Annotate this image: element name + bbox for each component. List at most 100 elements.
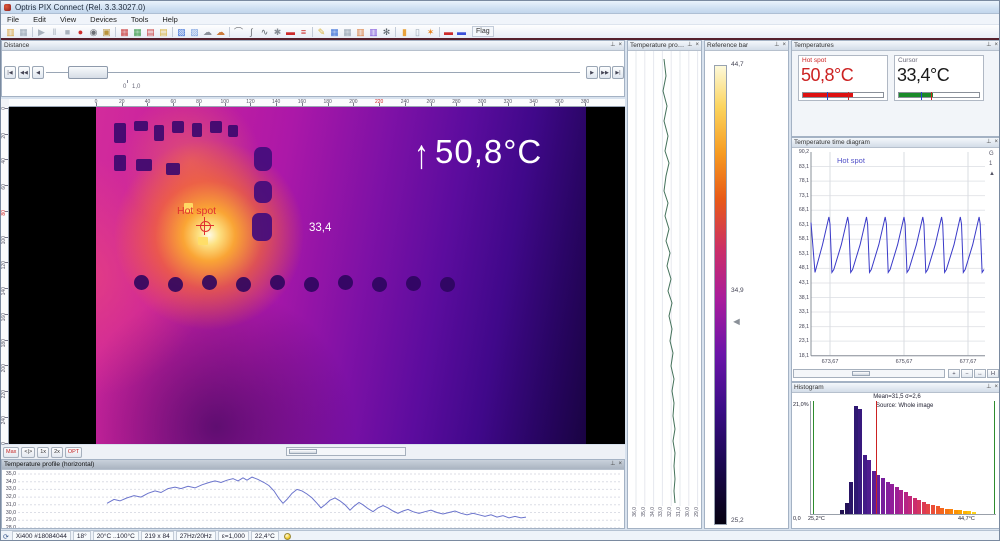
title-bar[interactable]: Optris PIX Connect (Rel. 3.3.3027.0): [1, 1, 1000, 14]
menu-help[interactable]: Help: [162, 15, 177, 24]
palette-red-icon[interactable]: ▦: [118, 26, 131, 38]
menu-view[interactable]: View: [60, 15, 76, 24]
pair-red-icon[interactable]: ▬: [442, 26, 455, 38]
close-icon[interactable]: ×: [994, 138, 998, 147]
close-icon[interactable]: ×: [695, 41, 699, 50]
s-curve-icon[interactable]: ∫: [245, 26, 258, 38]
time-scroll-button-1[interactable]: −: [961, 369, 973, 378]
distance-nav-back-0[interactable]: |◀: [4, 66, 16, 79]
marks-icon[interactable]: ✱: [271, 26, 284, 38]
histogram-bar: [840, 510, 844, 514]
box-gray-icon[interactable]: ▯: [411, 26, 424, 38]
distance-nav-fwd-2[interactable]: ▶|: [612, 66, 624, 79]
image-controls-row: Max<|>1x2xOPT: [1, 445, 625, 459]
distance-nav-back-1[interactable]: ◀◀: [18, 66, 30, 79]
profilev-x-label: 36,0: [632, 507, 638, 517]
panel-reference-titlebar: Reference bar ⊥ ×: [705, 41, 788, 51]
cloud-gray-icon[interactable]: ☁: [201, 26, 214, 38]
time-side-button-2[interactable]: ▲: [989, 171, 995, 177]
close-icon[interactable]: ×: [782, 41, 786, 50]
close-icon[interactable]: ×: [994, 383, 998, 392]
image-control-opt[interactable]: OPT: [65, 447, 82, 458]
palette-green-icon[interactable]: ▦: [131, 26, 144, 38]
time-diagram-scrollbar[interactable]: [793, 369, 945, 378]
image-blue-icon[interactable]: ▧: [175, 26, 188, 38]
image-h-scrollbar-thumb[interactable]: [289, 449, 317, 454]
distance-slider-track[interactable]: [46, 72, 580, 73]
panel-title: Temperature time diagram: [794, 139, 870, 146]
pin-icon[interactable]: ⊥: [610, 460, 615, 469]
settings-icon[interactable]: ✻: [380, 26, 393, 38]
image-h-scrollbar[interactable]: [286, 447, 406, 456]
close-icon[interactable]: ×: [618, 41, 622, 50]
reference-level-arrow-icon[interactable]: ◄: [731, 316, 742, 328]
menu-tools[interactable]: Tools: [131, 15, 149, 24]
distance-nav-back-2[interactable]: ◀: [32, 66, 44, 79]
stop-icon[interactable]: ■: [61, 26, 74, 38]
cloud-orange-icon[interactable]: ☁: [214, 26, 227, 38]
bars-orange-icon[interactable]: ▥: [354, 26, 367, 38]
image-control-2x[interactable]: 2x: [51, 447, 63, 458]
pair-blue-icon[interactable]: ▬: [455, 26, 468, 38]
distance-nav-fwd-1[interactable]: ▶▶: [599, 66, 611, 79]
pcb-feature: [172, 121, 184, 133]
hotspot-crosshair-icon[interactable]: [200, 221, 211, 232]
palette-red-2-icon[interactable]: ▤: [144, 26, 157, 38]
v-ruler-tick: [5, 443, 8, 444]
close-icon[interactable]: ×: [618, 460, 622, 469]
time-scroll-button-3[interactable]: H: [987, 369, 999, 378]
pause-icon[interactable]: ‖: [48, 26, 61, 38]
status-lamp-icon[interactable]: [284, 533, 291, 540]
copy-icon[interactable]: ▣: [100, 26, 113, 38]
time-diagram-scrollbar-thumb[interactable]: [852, 371, 870, 376]
grid-blue-icon[interactable]: ▦: [328, 26, 341, 38]
box-orange-icon[interactable]: ▮: [398, 26, 411, 38]
v-ruler-tick: [5, 262, 8, 263]
pin-icon[interactable]: ⊥: [986, 41, 991, 50]
pin-icon[interactable]: ⊥: [774, 41, 779, 50]
panel-temperatures-titlebar: Temperatures ⊥ ×: [792, 41, 1000, 51]
menu-file[interactable]: File: [7, 15, 19, 24]
thermal-image-area[interactable]: ↑ 50,8°C Hot spot 33,4: [9, 107, 625, 444]
pin-icon[interactable]: ⊥: [986, 138, 991, 147]
record-icon[interactable]: ●: [74, 26, 87, 38]
close-icon[interactable]: ×: [994, 41, 998, 50]
pin-icon[interactable]: ⊥: [687, 41, 692, 50]
pcb-feature: [136, 159, 152, 171]
diagram-icon[interactable]: ∿: [258, 26, 271, 38]
distance-nav-fwd-0[interactable]: ▶: [586, 66, 598, 79]
profileh-y-label: 28,0: [3, 525, 16, 528]
h-ruler-tick: [250, 103, 251, 106]
red-dash-icon[interactable]: ≡: [297, 26, 310, 38]
status-segment-4: 27Hz/20Hz: [176, 531, 216, 541]
play-icon[interactable]: ▶: [35, 26, 48, 38]
flag-button[interactable]: Flag: [472, 26, 494, 37]
time-scroll-button-2[interactable]: ↔: [974, 369, 986, 378]
open-folder-icon[interactable]: ▥: [4, 26, 17, 38]
image-light-icon[interactable]: ▨: [188, 26, 201, 38]
profilev-x-label: 35,0: [641, 507, 647, 517]
save-icon[interactable]: ▦: [17, 26, 30, 38]
time-scroll-button-0[interactable]: +: [948, 369, 960, 378]
histogram-bar: [945, 509, 949, 514]
pin-icon[interactable]: ⊥: [986, 383, 991, 392]
image-control-[interactable]: <|>: [21, 447, 35, 458]
time-side-button-0[interactable]: G: [989, 151, 994, 157]
image-control-max[interactable]: Max: [3, 447, 19, 458]
palette-mix-icon[interactable]: ▤: [157, 26, 170, 38]
snapshot-icon[interactable]: ◉: [87, 26, 100, 38]
time-side-button-1[interactable]: 1: [989, 161, 992, 167]
menu-edit[interactable]: Edit: [33, 15, 46, 24]
image-control-1x[interactable]: 1x: [37, 447, 49, 458]
pin-icon[interactable]: ⊥: [610, 41, 615, 50]
curve-icon[interactable]: ⌒: [232, 26, 245, 38]
hand-icon[interactable]: ✎: [315, 26, 328, 38]
distance-slider-thumb[interactable]: [68, 66, 108, 79]
menu-devices[interactable]: Devices: [90, 15, 117, 24]
red-minus-icon[interactable]: ▬: [284, 26, 297, 38]
grid-gray-icon[interactable]: ▦: [341, 26, 354, 38]
bars-purple-icon[interactable]: ▥: [367, 26, 380, 38]
reference-color-scale[interactable]: [714, 65, 727, 525]
star-orange-icon[interactable]: ✶: [424, 26, 437, 38]
pcb-feature: [254, 147, 272, 171]
